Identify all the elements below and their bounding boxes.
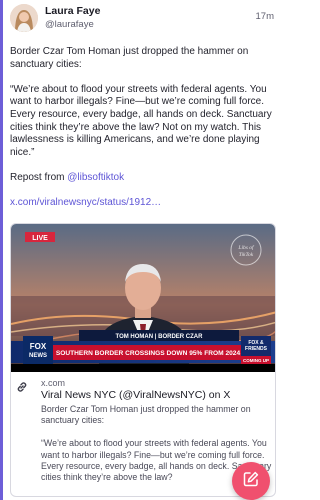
link-preview-card[interactable]: LIVE Libs of TikTok TOM HOMAN | BORDER C… <box>10 223 276 497</box>
nameplate: TOM HOMAN | BORDER CZAR <box>116 334 204 340</box>
promo-line-2: FRIENDS <box>245 346 268 352</box>
card-title[interactable]: Viral News NYC (@ViralNewsNYC) on X <box>41 389 230 401</box>
post-paragraph: Border Czar Tom Homan just dropped the h… <box>10 46 252 70</box>
network-line-1: FOX <box>30 342 47 351</box>
post-body: Border Czar Tom Homan just dropped the h… <box>10 46 278 222</box>
repost-prefix: Repost from <box>10 171 68 183</box>
compose-icon <box>242 470 260 493</box>
compose-button[interactable] <box>232 462 270 500</box>
repost-mention-link[interactable]: @libsoftiktok <box>67 172 124 183</box>
card-domain: x.com <box>41 378 66 388</box>
post-paragraph: “We’re about to flood your streets with … <box>10 83 275 158</box>
watermark-line-1: Libs of <box>237 244 255 251</box>
author-handle[interactable]: @laurafaye <box>45 19 94 30</box>
promo-sub: COMING UP <box>243 358 269 363</box>
post-header: Laura Faye @laurafaye 17m <box>10 4 282 34</box>
post-url-line: x.com/viralnewsnyc/status/1912… <box>10 197 278 210</box>
video-thumbnail[interactable]: LIVE Libs of TikTok TOM HOMAN | BORDER C… <box>11 224 275 372</box>
network-line-2: NEWS <box>29 353 47 359</box>
post-item: Laura Faye @laurafaye 17m Border Czar To… <box>0 0 282 500</box>
link-icon <box>15 380 29 394</box>
watermark-line-2: TikTok <box>239 252 254 258</box>
author-name[interactable]: Laura Faye <box>45 5 100 17</box>
live-badge: LIVE <box>32 235 48 242</box>
card-description-paragraph: Border Czar Tom Homan just dropped the h… <box>41 404 254 426</box>
chyron-headline: SOUTHERN BORDER CROSSINGS DOWN 95% FROM … <box>56 350 241 357</box>
repost-line: Repost from @libsoftiktok <box>10 172 278 185</box>
avatar[interactable] <box>10 4 38 32</box>
post-time: 17m <box>255 11 274 22</box>
post-url-link[interactable]: x.com/viralnewsnyc/status/1912… <box>10 197 161 208</box>
